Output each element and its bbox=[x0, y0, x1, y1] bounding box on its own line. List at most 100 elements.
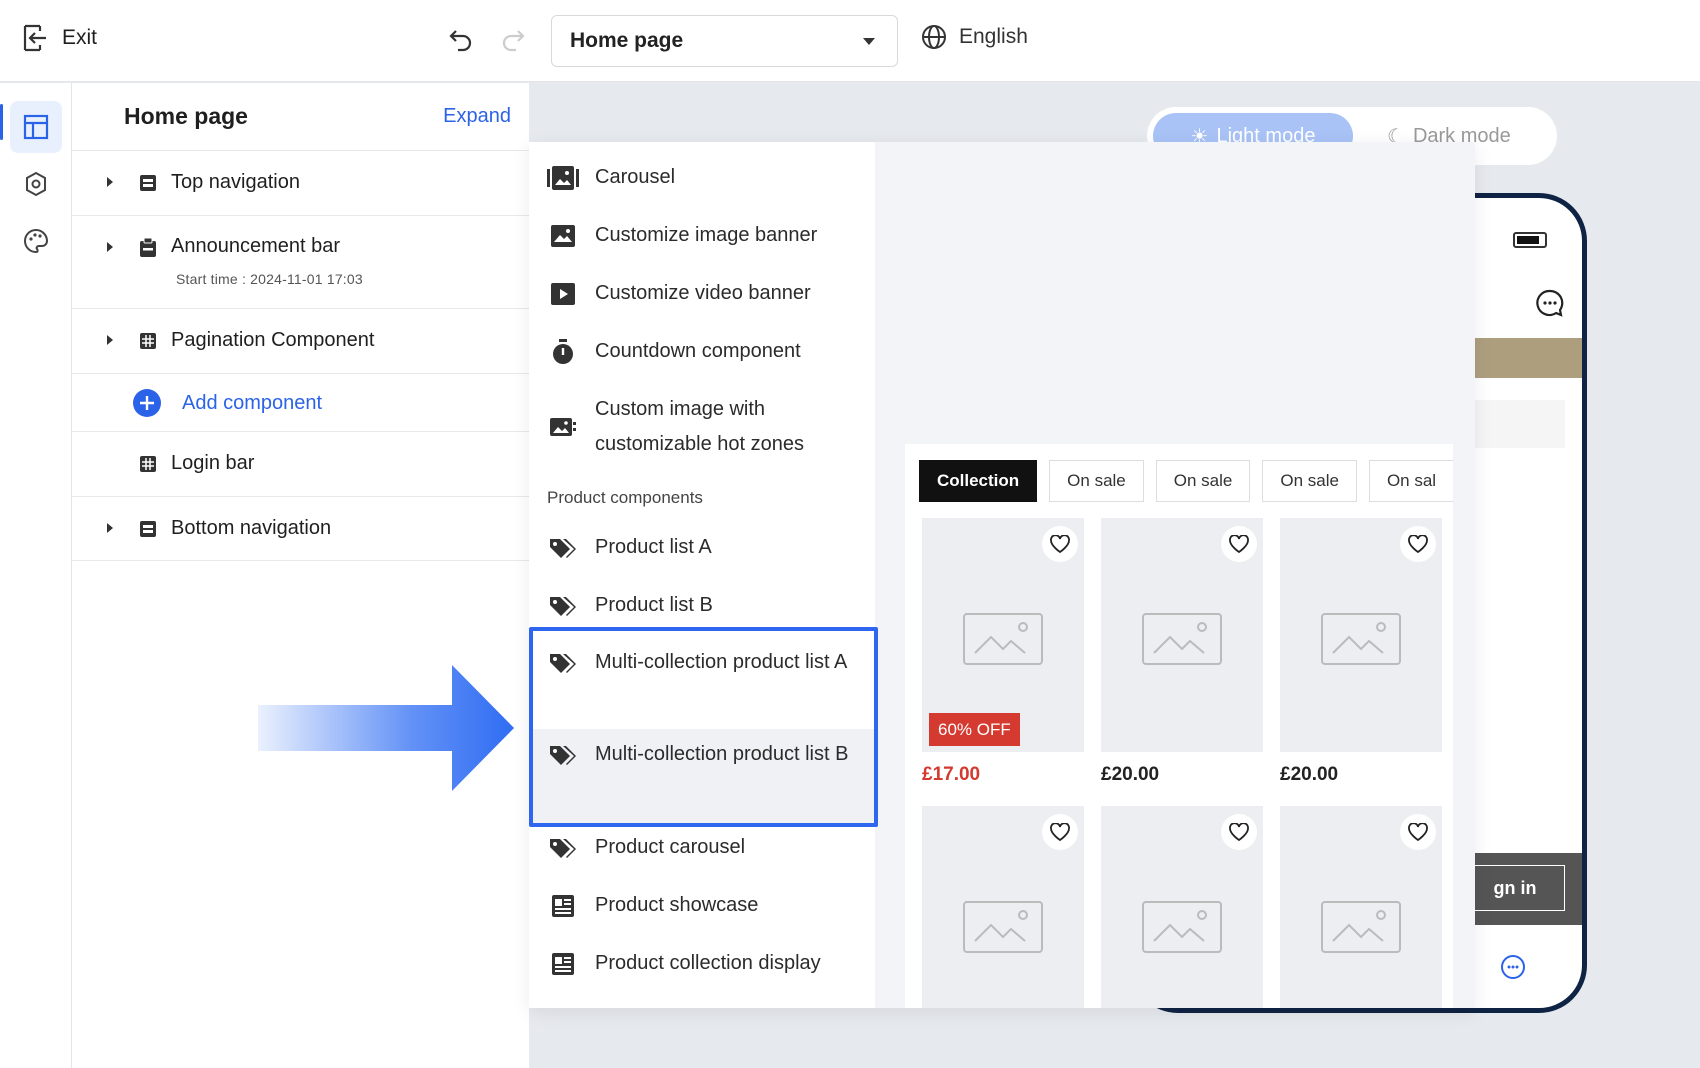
tree-item-top-navigation[interactable]: Top navigation bbox=[72, 150, 529, 215]
section-heading-product-components: Product components bbox=[547, 488, 703, 507]
image-placeholder-icon bbox=[963, 901, 1043, 953]
library-item-product-carousel[interactable]: Product carousel bbox=[547, 830, 867, 865]
add-component-button[interactable]: Add component bbox=[132, 388, 322, 418]
annotation-arrow-icon bbox=[258, 665, 514, 791]
caret-right-icon[interactable] bbox=[107, 523, 113, 533]
battery-icon bbox=[1513, 232, 1547, 248]
more-circle-icon[interactable] bbox=[1500, 954, 1526, 980]
tree-item-label: Login bar bbox=[171, 452, 255, 474]
expand-link[interactable]: Expand bbox=[443, 105, 511, 128]
library-item-product-collection-display[interactable]: Product collection display bbox=[547, 946, 867, 981]
palette-icon bbox=[24, 228, 49, 254]
language-selector[interactable]: English bbox=[921, 24, 1028, 50]
redo-button[interactable] bbox=[500, 26, 526, 52]
grid-block-icon bbox=[140, 333, 156, 349]
image-placeholder-icon bbox=[1321, 613, 1401, 665]
library-item-label: Multi-collection product list B bbox=[595, 743, 849, 765]
showcase-icon bbox=[547, 894, 579, 918]
component-preview: Collection On sale On sale On sale On sa… bbox=[905, 444, 1453, 1008]
heart-icon[interactable] bbox=[1042, 814, 1078, 850]
library-item-label: Countdown component bbox=[595, 340, 801, 362]
tree-item-label: Top navigation bbox=[171, 171, 300, 193]
product-price: £20.00 bbox=[1101, 764, 1160, 785]
library-item-multi-collection-list-a[interactable]: Multi-collection product list A bbox=[547, 645, 867, 680]
left-rail bbox=[0, 83, 72, 1068]
rail-settings-button[interactable] bbox=[10, 158, 62, 210]
component-tree-panel: Home page Expand Top navigation Announce… bbox=[72, 83, 529, 1068]
library-item-multi-collection-list-b[interactable]: Multi-collection product list B bbox=[547, 737, 867, 772]
library-item-label: Product list A bbox=[595, 536, 712, 558]
rail-theme-button[interactable] bbox=[10, 215, 62, 267]
tree-item-announcement-bar[interactable]: Announcement bar Start time : 2024-11-01… bbox=[72, 215, 529, 308]
sign-in-button[interactable]: gn in bbox=[1465, 865, 1565, 911]
timer-icon bbox=[547, 338, 579, 365]
image-placeholder-icon bbox=[1142, 901, 1222, 953]
product-price: £17.00 bbox=[922, 764, 981, 785]
heart-icon[interactable] bbox=[1221, 526, 1257, 562]
chat-bubble-icon[interactable] bbox=[1535, 288, 1565, 318]
library-item-custom-image-hot-zones[interactable]: Custom image with customizable hot zones bbox=[547, 392, 867, 462]
exit-button[interactable]: Exit bbox=[22, 24, 97, 52]
product-card[interactable] bbox=[1280, 518, 1442, 752]
library-item-carousel[interactable]: Carousel bbox=[547, 160, 867, 195]
library-item-product-list-b[interactable]: Product list B bbox=[547, 588, 867, 623]
tree-title: Home page bbox=[124, 103, 248, 129]
library-item-label: Carousel bbox=[595, 166, 676, 188]
undo-icon bbox=[449, 30, 472, 52]
heart-icon[interactable] bbox=[1042, 526, 1078, 562]
product-card[interactable] bbox=[1101, 518, 1263, 752]
tag-icon bbox=[547, 536, 579, 560]
product-card[interactable] bbox=[922, 806, 1084, 1008]
library-item-label: Product list B bbox=[595, 594, 713, 616]
collection-tabs: Collection On sale On sale On sale On sa… bbox=[919, 460, 1453, 502]
top-bar: Exit Home page English bbox=[0, 0, 1700, 82]
library-item-label: Multi-collection product list A bbox=[595, 651, 848, 673]
carousel-icon bbox=[547, 165, 579, 191]
exit-label: Exit bbox=[62, 26, 98, 49]
tree-item-pagination-component[interactable]: Pagination Component bbox=[72, 308, 529, 373]
search-field[interactable] bbox=[1465, 400, 1565, 448]
tag-icon bbox=[547, 594, 579, 618]
heart-icon[interactable] bbox=[1400, 526, 1436, 562]
nav-block-icon bbox=[140, 175, 156, 191]
library-item-customize-image-banner[interactable]: Customize image banner bbox=[547, 218, 867, 253]
product-card[interactable]: 60% OFF bbox=[922, 518, 1084, 752]
component-library-popover: Carousel Customize image banner Customiz… bbox=[529, 142, 1475, 1008]
heart-icon[interactable] bbox=[1400, 814, 1436, 850]
caret-right-icon[interactable] bbox=[107, 177, 113, 187]
tree-header: Home page Expand bbox=[124, 103, 511, 130]
library-item-label: Custom image with customizable hot zones bbox=[595, 398, 805, 455]
tree-item-bottom-navigation[interactable]: Bottom navigation bbox=[72, 496, 529, 561]
tree-item-label: Bottom navigation bbox=[171, 517, 332, 539]
grid-block-icon bbox=[140, 456, 156, 472]
video-icon bbox=[547, 282, 579, 306]
caret-right-icon[interactable] bbox=[107, 335, 113, 345]
library-item-label: Product collection display bbox=[595, 952, 821, 974]
tree-item-label: Announcement bar bbox=[171, 235, 341, 257]
caret-right-icon[interactable] bbox=[107, 242, 113, 252]
page-select[interactable]: Home page bbox=[551, 15, 898, 67]
tag-icon bbox=[547, 651, 579, 675]
product-card[interactable] bbox=[1101, 806, 1263, 1008]
add-component-row: Add component bbox=[72, 373, 529, 431]
tab-on-sale[interactable]: On sale bbox=[1049, 460, 1144, 502]
tree-item-label: Pagination Component bbox=[171, 329, 375, 351]
tab-on-sale[interactable]: On sale bbox=[1155, 460, 1251, 502]
tab-collection[interactable]: Collection bbox=[919, 460, 1038, 502]
rail-layout-button[interactable] bbox=[10, 101, 62, 153]
tree-item-login-bar[interactable]: Login bar bbox=[72, 431, 529, 496]
library-item-customize-video-banner[interactable]: Customize video banner bbox=[547, 276, 867, 311]
rail-active-indicator bbox=[0, 104, 3, 140]
add-component-label: Add component bbox=[182, 391, 323, 414]
tag-icon bbox=[547, 836, 579, 860]
tab-on-sale[interactable]: On sale bbox=[1262, 460, 1357, 502]
undo-button[interactable] bbox=[448, 26, 474, 52]
tab-on-sale[interactable]: On sal bbox=[1368, 460, 1453, 502]
language-label: English bbox=[959, 25, 1028, 48]
library-item-product-list-a[interactable]: Product list A bbox=[547, 530, 867, 565]
heart-icon[interactable] bbox=[1221, 814, 1257, 850]
product-card[interactable] bbox=[1280, 806, 1442, 1008]
library-item-label: Product carousel bbox=[595, 836, 746, 858]
library-item-product-showcase[interactable]: Product showcase bbox=[547, 888, 867, 923]
library-item-countdown-component[interactable]: Countdown component bbox=[547, 334, 867, 369]
